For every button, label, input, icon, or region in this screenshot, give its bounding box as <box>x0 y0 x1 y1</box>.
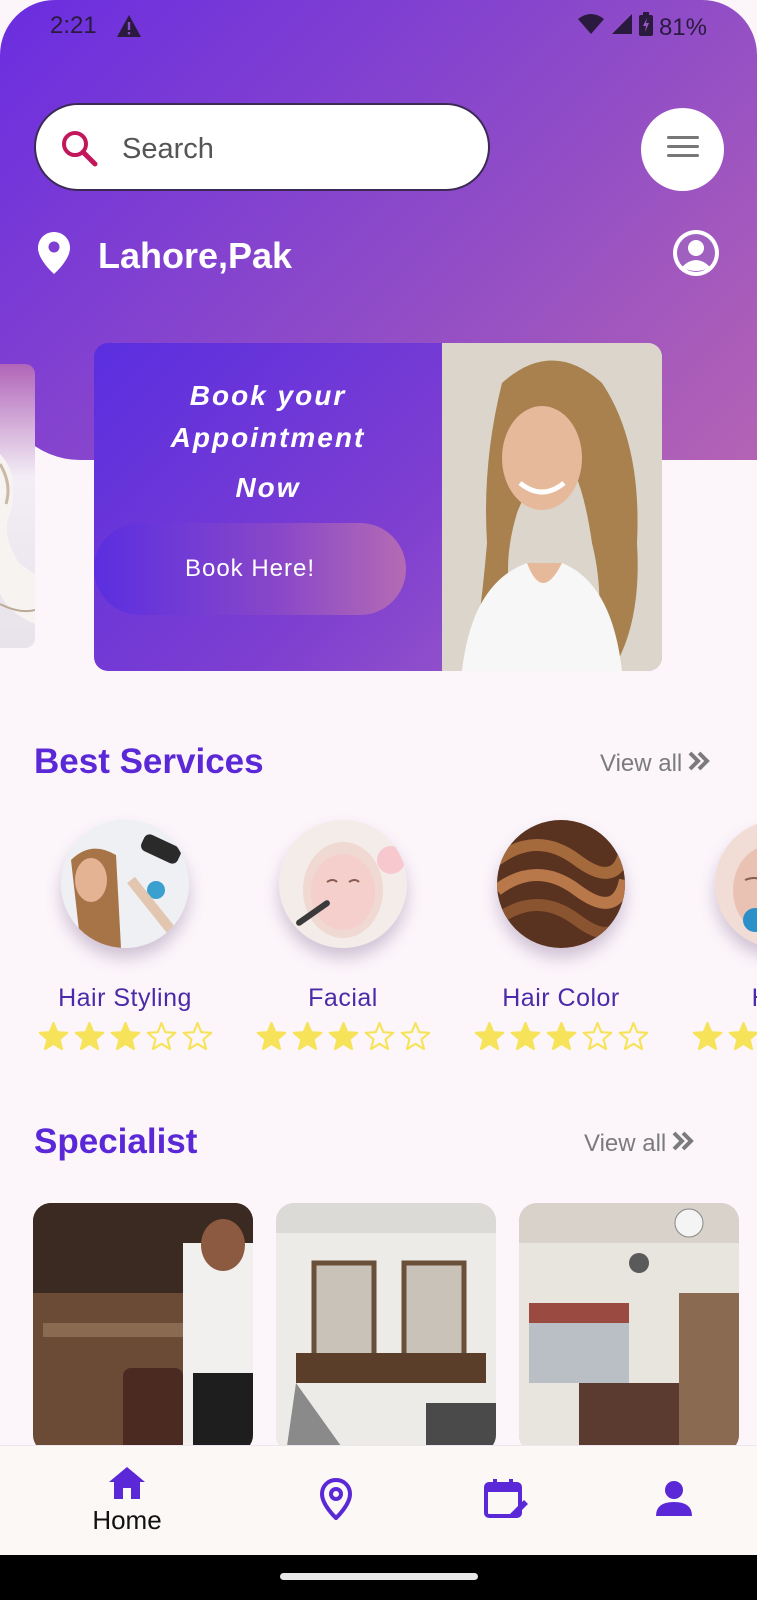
nav-home-label: Home <box>92 1505 162 1535</box>
battery-icon <box>638 12 653 43</box>
star-empty-icon <box>181 1021 214 1057</box>
service-name: Hair Styling <box>58 984 192 1012</box>
calendar-edit-icon <box>436 1478 576 1525</box>
wifi-icon <box>577 13 605 42</box>
user-avatar-icon[interactable] <box>672 229 720 277</box>
warning-icon <box>116 14 142 43</box>
view-all-label: View all <box>584 1130 667 1157</box>
search-input[interactable]: Search <box>34 103 490 191</box>
service-name: Hair Color <box>502 984 620 1012</box>
signal-icon <box>611 13 633 42</box>
home-gesture-pill[interactable] <box>280 1573 478 1580</box>
home-icon <box>57 1466 197 1505</box>
star-filled-icon <box>509 1021 542 1057</box>
star-filled-icon <box>691 1021 724 1057</box>
banner-line-2: Appointment <box>170 422 366 453</box>
system-navigation-bar <box>0 1555 757 1600</box>
nav-home[interactable]: Home <box>57 1446 197 1556</box>
menu-icon <box>665 134 701 165</box>
star-filled-icon <box>291 1021 324 1057</box>
menu-button[interactable] <box>641 108 724 191</box>
specialist-card[interactable] <box>33 1203 253 1453</box>
service-image-facial <box>279 820 407 948</box>
location-text: Lahore,Pak <box>98 234 293 276</box>
star-empty-icon <box>145 1021 178 1057</box>
star-filled-icon <box>545 1021 578 1057</box>
person-icon <box>604 1480 744 1521</box>
chevron-double-right-icon <box>672 1130 695 1158</box>
service-card[interactable]: Hair Styling <box>16 820 234 1057</box>
location-pin-icon <box>38 232 70 279</box>
map-pin-icon <box>266 1477 406 1525</box>
previous-banner-card[interactable] <box>0 364 35 648</box>
service-card[interactable]: Facial <box>234 820 452 1057</box>
star-empty-icon <box>363 1021 396 1057</box>
book-here-button[interactable]: Book Here! <box>94 523 406 615</box>
status-bar: 2:21 81% <box>0 0 757 55</box>
chevron-double-right-icon <box>688 750 711 778</box>
star-filled-icon <box>327 1021 360 1057</box>
star-empty-icon <box>581 1021 614 1057</box>
rating-stars <box>16 1021 234 1057</box>
location-row[interactable]: Lahore,Pak <box>38 232 292 279</box>
banner-line-3: Now <box>235 472 301 503</box>
specialist-view-all[interactable]: View all <box>584 1130 695 1158</box>
star-filled-icon <box>37 1021 70 1057</box>
banner-title: Book your Appointment Now <box>94 375 442 509</box>
best-services-title: Best Services <box>34 742 264 781</box>
rating-stars <box>670 1021 757 1057</box>
service-name: Hydr <box>670 984 757 1013</box>
star-filled-icon <box>473 1021 506 1057</box>
service-image-hair-styling <box>61 820 189 948</box>
service-image-hydra <box>715 820 757 948</box>
nav-appointments[interactable] <box>436 1446 576 1556</box>
service-card[interactable]: Hydr <box>670 820 757 1057</box>
specialist-card[interactable] <box>519 1203 739 1453</box>
status-time: 2:21 <box>50 12 97 39</box>
star-empty-icon <box>399 1021 432 1057</box>
best-services-view-all[interactable]: View all <box>600 750 711 778</box>
battery-percent: 81% <box>658 13 707 41</box>
service-image-hair-color <box>497 820 625 948</box>
banner-model-photo <box>442 343 662 671</box>
search-placeholder: Search <box>122 133 214 165</box>
rating-stars <box>452 1021 670 1057</box>
service-card[interactable]: Hair Color <box>452 820 670 1057</box>
specialist-title: Specialist <box>34 1122 198 1161</box>
star-filled-icon <box>255 1021 288 1057</box>
star-empty-icon <box>617 1021 650 1057</box>
service-name: Facial <box>308 984 378 1012</box>
specialist-card[interactable] <box>276 1203 496 1453</box>
nav-location[interactable] <box>266 1446 406 1556</box>
nav-profile[interactable] <box>604 1446 744 1556</box>
view-all-label: View all <box>600 750 683 777</box>
rating-stars <box>234 1021 452 1057</box>
star-filled-icon <box>109 1021 142 1057</box>
bottom-navigation: Home <box>0 1445 757 1556</box>
promo-banner[interactable]: Book your Appointment Now Book Here! <box>94 343 662 671</box>
star-filled-icon <box>727 1021 757 1057</box>
star-filled-icon <box>73 1021 106 1057</box>
status-icons: 81% <box>577 12 707 43</box>
banner-line-1: Book your <box>189 380 347 411</box>
search-icon <box>60 129 98 172</box>
